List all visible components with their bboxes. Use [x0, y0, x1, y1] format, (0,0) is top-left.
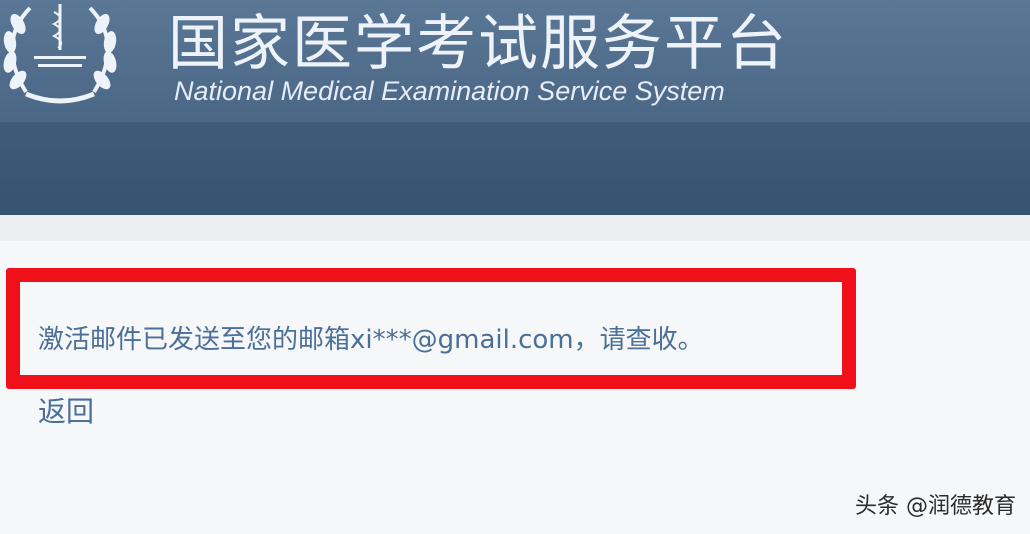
header-nav-band	[0, 122, 1030, 215]
content-top-strip	[0, 215, 1030, 241]
site-header: 国家医学考试服务平台 National Medical Examination …	[0, 0, 1030, 215]
medical-emblem-icon	[0, 0, 120, 108]
watermark: 头条 @润德教育	[855, 494, 1016, 519]
back-link[interactable]: 返回	[38, 392, 94, 432]
site-title-en: National Medical Examination Service Sys…	[174, 76, 725, 106]
activation-email-message: 激活邮件已发送至您的邮箱xi***@gmail.com，请查收。	[38, 325, 704, 355]
site-title-cn: 国家医学考试服务平台	[168, 9, 788, 79]
